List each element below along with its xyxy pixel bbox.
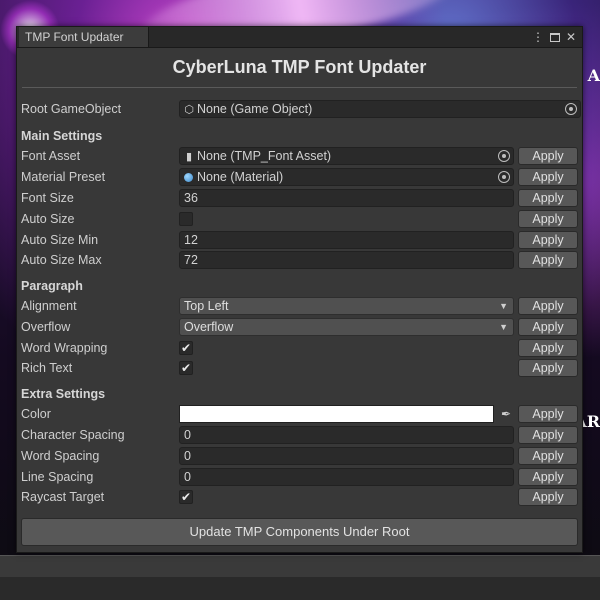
apply-font-asset-button[interactable]: Apply bbox=[518, 147, 578, 165]
word-wrapping-label: Word Wrapping bbox=[21, 341, 108, 355]
color-label: Color bbox=[21, 407, 51, 421]
auto-size-max-label: Auto Size Max bbox=[21, 253, 102, 267]
close-icon[interactable]: ✕ bbox=[566, 29, 576, 45]
gameobject-icon: ⬡ bbox=[184, 104, 194, 116]
apply-alignment-button[interactable]: Apply bbox=[518, 297, 578, 315]
word-wrapping-row: Word Wrapping ✔ Apply bbox=[21, 339, 578, 358]
object-picker-icon[interactable] bbox=[498, 171, 510, 183]
eyedropper-icon[interactable]: ✒ bbox=[498, 405, 514, 423]
material-preset-row: Material Preset None (Material) Apply bbox=[21, 168, 578, 187]
apply-word-wrapping-button[interactable]: Apply bbox=[518, 339, 578, 357]
font-asset-row: Font Asset ▮ None (TMP_Font Asset) Apply bbox=[21, 147, 578, 166]
apply-font-size-button[interactable]: Apply bbox=[518, 189, 578, 207]
apply-color-button[interactable]: Apply bbox=[518, 405, 578, 423]
overflow-value: Overflow bbox=[184, 320, 234, 334]
character-spacing-label: Character Spacing bbox=[21, 428, 125, 442]
root-gameobject-value: None (Game Object) bbox=[197, 102, 313, 116]
editor-bottom-bar bbox=[0, 555, 600, 578]
word-spacing-label: Word Spacing bbox=[21, 449, 100, 463]
font-size-label: Font Size bbox=[21, 191, 74, 205]
apply-auto-size-button[interactable]: Apply bbox=[518, 210, 578, 228]
main-settings-heading: Main Settings bbox=[21, 129, 103, 143]
raycast-target-label: Raycast Target bbox=[21, 490, 105, 504]
auto-size-min-row: Auto Size Min 12 Apply bbox=[21, 231, 578, 250]
font-asset-field[interactable]: ▮ None (TMP_Font Asset) bbox=[179, 147, 514, 165]
font-asset-label: Font Asset bbox=[21, 149, 81, 163]
root-gameobject-label: Root GameObject bbox=[21, 102, 122, 116]
material-icon bbox=[184, 173, 193, 182]
apply-character-spacing-button[interactable]: Apply bbox=[518, 426, 578, 444]
apply-rich-text-button[interactable]: Apply bbox=[518, 359, 578, 377]
rich-text-row: Rich Text ✔ Apply bbox=[21, 359, 578, 378]
apply-line-spacing-button[interactable]: Apply bbox=[518, 468, 578, 486]
rich-text-label: Rich Text bbox=[21, 361, 73, 375]
word-spacing-input[interactable]: 0 bbox=[179, 447, 514, 465]
root-gameobject-row: Root GameObject ⬡ None (Game Object) bbox=[21, 100, 581, 119]
rich-text-checkbox[interactable]: ✔ bbox=[179, 361, 193, 375]
material-preset-value: None (Material) bbox=[197, 170, 284, 184]
overflow-row: Overflow Overflow ▼ Apply bbox=[21, 318, 578, 337]
overflow-label: Overflow bbox=[21, 320, 71, 334]
alignment-value: Top Left bbox=[184, 299, 229, 313]
tmp-font-updater-window: TMP Font Updater ⋮ ✕ CyberLuna TMP Font … bbox=[16, 26, 583, 553]
word-wrapping-checkbox[interactable]: ✔ bbox=[179, 341, 193, 355]
line-spacing-label: Line Spacing bbox=[21, 470, 94, 484]
extra-settings-heading: Extra Settings bbox=[21, 387, 106, 401]
alignment-label: Alignment bbox=[21, 299, 77, 313]
window-tab[interactable]: TMP Font Updater bbox=[19, 27, 149, 47]
color-swatch-field[interactable] bbox=[179, 405, 494, 423]
paragraph-heading: Paragraph bbox=[21, 279, 83, 293]
window-heading: CyberLuna TMP Font Updater bbox=[172, 57, 427, 77]
apply-word-spacing-button[interactable]: Apply bbox=[518, 447, 578, 465]
character-spacing-row: Character Spacing 0 Apply bbox=[21, 426, 578, 445]
editor-status-bar bbox=[0, 577, 600, 600]
apply-material-preset-button[interactable]: Apply bbox=[518, 168, 578, 186]
character-spacing-input[interactable]: 0 bbox=[179, 426, 514, 444]
window-titlebar: TMP Font Updater ⋮ ✕ bbox=[17, 27, 582, 48]
kebab-menu-icon[interactable]: ⋮ bbox=[532, 29, 544, 45]
overflow-dropdown[interactable]: Overflow ▼ bbox=[179, 318, 514, 336]
background-text-top: A bbox=[587, 66, 600, 85]
word-spacing-row: Word Spacing 0 Apply bbox=[21, 447, 578, 466]
object-picker-icon[interactable] bbox=[565, 103, 577, 115]
material-preset-field[interactable]: None (Material) bbox=[179, 168, 514, 186]
font-size-row: Font Size 36 Apply bbox=[21, 189, 578, 208]
apply-overflow-button[interactable]: Apply bbox=[518, 318, 578, 336]
window-controls: ⋮ ✕ bbox=[532, 29, 576, 45]
object-picker-icon[interactable] bbox=[498, 150, 510, 162]
root-gameobject-field[interactable]: ⬡ None (Game Object) bbox=[179, 100, 581, 118]
line-spacing-row: Line Spacing 0 Apply bbox=[21, 468, 578, 487]
color-row: Color ✒ Apply bbox=[21, 405, 578, 424]
font-size-input[interactable]: 36 bbox=[179, 189, 514, 207]
auto-size-row: Auto Size Apply bbox=[21, 210, 578, 229]
font-asset-value: None (TMP_Font Asset) bbox=[197, 149, 332, 163]
chevron-down-icon: ▼ bbox=[499, 322, 508, 332]
auto-size-checkbox[interactable] bbox=[179, 212, 193, 226]
auto-size-min-input[interactable]: 12 bbox=[179, 231, 514, 249]
raycast-target-row: Raycast Target ✔ Apply bbox=[21, 488, 578, 507]
chevron-down-icon: ▼ bbox=[499, 301, 508, 311]
auto-size-label: Auto Size bbox=[21, 212, 75, 226]
auto-size-max-row: Auto Size Max 72 Apply bbox=[21, 251, 578, 270]
maximize-icon[interactable] bbox=[549, 32, 560, 42]
heading-divider bbox=[22, 87, 577, 88]
alignment-row: Alignment Top Left ▼ Apply bbox=[21, 297, 578, 316]
auto-size-min-label: Auto Size Min bbox=[21, 233, 99, 247]
line-spacing-input[interactable]: 0 bbox=[179, 468, 514, 486]
font-asset-icon: ▮ bbox=[185, 151, 193, 163]
apply-auto-size-min-button[interactable]: Apply bbox=[518, 231, 578, 249]
alignment-dropdown[interactable]: Top Left ▼ bbox=[179, 297, 514, 315]
material-preset-label: Material Preset bbox=[21, 170, 106, 184]
apply-raycast-target-button[interactable]: Apply bbox=[518, 488, 578, 506]
apply-auto-size-max-button[interactable]: Apply bbox=[518, 251, 578, 269]
auto-size-max-input[interactable]: 72 bbox=[179, 251, 514, 269]
raycast-target-checkbox[interactable]: ✔ bbox=[179, 490, 193, 504]
update-tmp-components-button[interactable]: Update TMP Components Under Root bbox=[21, 518, 578, 546]
